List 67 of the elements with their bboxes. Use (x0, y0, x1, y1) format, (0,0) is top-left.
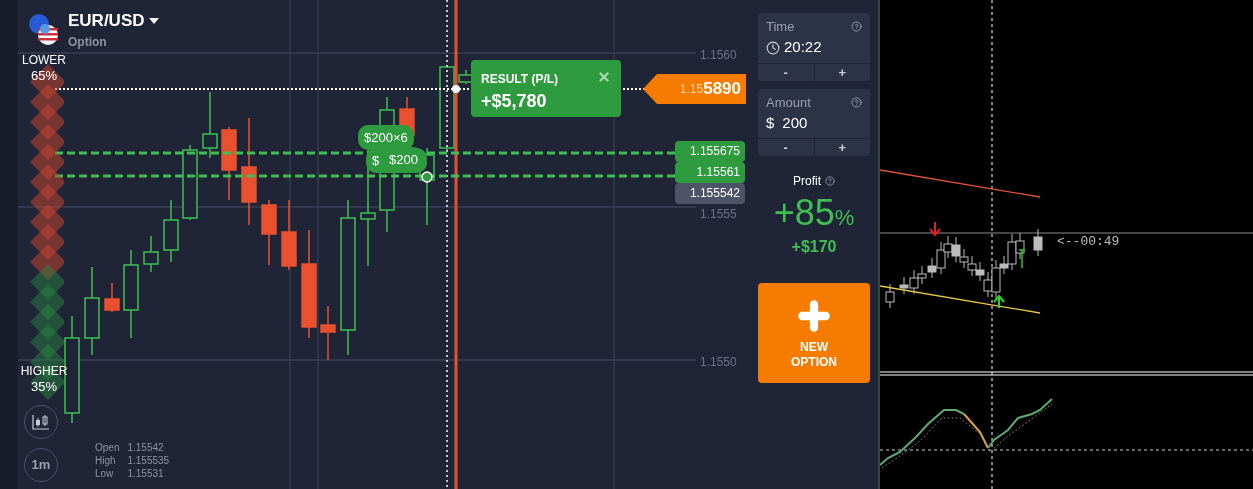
price-prefix: 1.15 (679, 81, 704, 98)
candle (104, 282, 120, 313)
instrument-type: Option (68, 34, 108, 51)
field-label: Time (766, 18, 795, 36)
deal-marker-icon (421, 171, 433, 183)
price-point (452, 85, 460, 93)
amount-value[interactable]: 200 (782, 111, 808, 135)
result-value: +$5,780 (481, 90, 548, 113)
percent-sign: % (834, 205, 855, 232)
sentiment-label: LOWER (22, 53, 66, 68)
help-icon[interactable] (851, 21, 862, 33)
ohlc-value: 1.15542 (127, 441, 165, 454)
increase-button[interactable]: + (814, 139, 870, 156)
ohlc-label: Low (95, 467, 115, 480)
candle (1015, 232, 1025, 260)
candle (959, 248, 969, 269)
instrument-name[interactable]: EUR/USD (68, 12, 145, 29)
flag-icon (28, 12, 60, 46)
close-icon[interactable] (597, 70, 611, 84)
profit-amount: +$170 (791, 237, 837, 257)
candle (281, 199, 297, 271)
candle (885, 283, 895, 309)
sentiment-percent: 65% (31, 68, 57, 85)
currency-sign: $ (766, 112, 775, 133)
time-value[interactable]: 20:22 (784, 36, 822, 59)
price-axis-label: 1.1550 (700, 354, 737, 371)
caret-icon[interactable] (148, 17, 159, 24)
sentiment-percent: 35% (31, 379, 57, 396)
increase-button[interactable]: + (814, 63, 870, 81)
candle (917, 265, 927, 285)
candles-icon (32, 414, 50, 430)
profit-percent: +85 (773, 191, 835, 235)
candle (320, 305, 336, 361)
ohlc-label: High (95, 454, 117, 467)
price-tag: 1.15561 (675, 162, 745, 183)
help-icon[interactable] (825, 176, 835, 186)
up-arrow-icon (993, 294, 1005, 309)
down-arrow-icon (929, 221, 941, 237)
price-tag: 1.155675 (675, 141, 745, 162)
price-main: 5890 (703, 78, 741, 101)
countdown-label: <--00:49 (1057, 233, 1120, 251)
decrease-button[interactable]: - (758, 63, 815, 81)
field-label: Amount (766, 93, 811, 112)
candle (951, 236, 961, 263)
price-axis-label: 1.1555 (700, 206, 737, 223)
clock-icon (766, 40, 780, 55)
price-tag: 1.155542 (675, 183, 745, 204)
candle (163, 199, 179, 263)
deal-chip[interactable]: $200×6 (358, 125, 414, 150)
sentiment-label: HIGHER (20, 364, 68, 379)
candle (1033, 228, 1043, 257)
decrease-button[interactable]: - (758, 139, 815, 156)
ohlc-label: Open (95, 441, 120, 454)
candle (261, 199, 277, 266)
candle (967, 255, 977, 277)
candle (143, 235, 159, 273)
candle (975, 261, 985, 282)
price-axis-label: 1.1560 (700, 47, 737, 64)
profit-label: Profit (793, 173, 821, 190)
ohlc-value: 1.155535 (127, 454, 170, 467)
candle (943, 235, 953, 259)
ohlc-value: 1.15531 (127, 467, 165, 480)
candle (202, 91, 218, 159)
candle (899, 276, 909, 295)
help-icon[interactable] (851, 96, 862, 108)
result-title: RESULT (P/L) (481, 71, 559, 88)
candle (909, 269, 919, 295)
